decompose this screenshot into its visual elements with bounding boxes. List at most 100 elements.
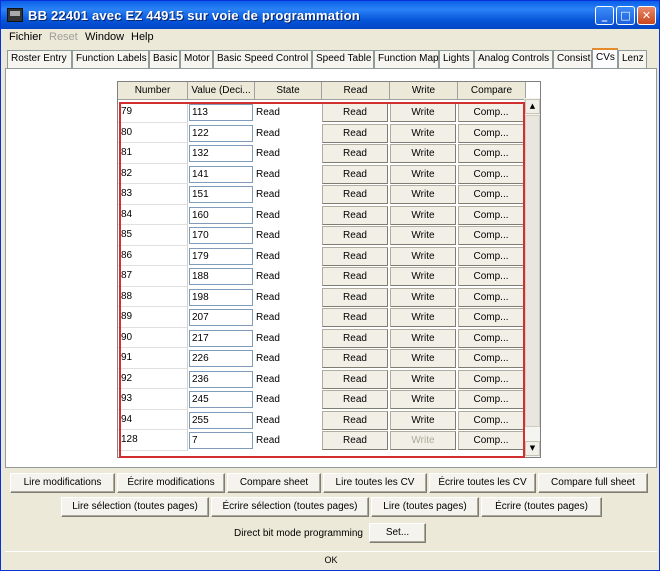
cv-number[interactable]: 90	[118, 327, 188, 348]
read-button[interactable]: Read	[322, 103, 388, 122]
lire-selection-button[interactable]: Lire sélection (toutes pages)	[61, 497, 209, 517]
write-button[interactable]: Write	[390, 205, 456, 225]
cv-number[interactable]: 92	[118, 368, 188, 389]
header-value[interactable]: Value (Deci...	[188, 82, 255, 100]
read-button[interactable]: Read	[322, 287, 388, 307]
tab-cvs[interactable]: CVs	[592, 48, 618, 68]
tab-lights[interactable]: Lights	[439, 50, 474, 68]
cv-number[interactable]: 88	[118, 286, 188, 307]
cv-value-input[interactable]: 255	[189, 411, 253, 429]
cv-value-input[interactable]: 151	[189, 186, 253, 203]
tab-speed-table[interactable]: Speed Table	[312, 50, 374, 68]
compare-button[interactable]: Comp...	[458, 431, 524, 450]
tab-basic-speed-control[interactable]: Basic Speed Control	[213, 50, 312, 68]
read-button[interactable]: Read	[322, 226, 388, 245]
compare-button[interactable]: Comp...	[458, 410, 524, 430]
compare-button[interactable]: Comp...	[458, 164, 524, 184]
cv-number[interactable]: 83	[118, 184, 188, 205]
read-button[interactable]: Read	[322, 205, 388, 225]
write-button[interactable]: Write	[390, 390, 456, 409]
cv-value-input[interactable]: 7	[189, 432, 253, 449]
read-button[interactable]: Read	[322, 328, 388, 348]
compare-button[interactable]: Comp...	[458, 226, 524, 245]
read-button[interactable]: Read	[322, 164, 388, 184]
compare-button[interactable]: Comp...	[458, 369, 524, 389]
cv-value-input[interactable]: 226	[189, 350, 253, 367]
maximize-button[interactable]: □	[616, 6, 635, 25]
header-compare[interactable]: Compare	[458, 82, 526, 100]
header-number[interactable]: Number	[118, 82, 188, 100]
tab-basic[interactable]: Basic	[149, 50, 180, 68]
compare-button[interactable]: Comp...	[458, 185, 524, 204]
table-scrollbar[interactable]: ▲ ▼	[524, 98, 540, 457]
read-button[interactable]: Read	[322, 144, 388, 163]
tab-lenz[interactable]: Lenz	[618, 50, 647, 68]
read-button[interactable]: Read	[322, 267, 388, 286]
cv-number[interactable]: 86	[118, 245, 188, 266]
lire-toutes-cv-button[interactable]: Lire toutes les CV	[323, 473, 427, 493]
tab-motor[interactable]: Motor	[180, 50, 213, 68]
write-button[interactable]: Write	[390, 185, 456, 204]
scroll-up-icon[interactable]: ▲	[525, 99, 540, 114]
compare-full-sheet-button[interactable]: Compare full sheet	[538, 473, 648, 493]
compare-button[interactable]: Comp...	[458, 287, 524, 307]
cv-value-input[interactable]: 170	[189, 227, 253, 244]
write-button[interactable]: Write	[390, 328, 456, 348]
lire-modifications-button[interactable]: Lire modifications	[10, 473, 115, 493]
compare-button[interactable]: Comp...	[458, 144, 524, 163]
cv-number[interactable]: 94	[118, 409, 188, 430]
write-button[interactable]: Write	[390, 144, 456, 163]
cv-value-input[interactable]: 132	[189, 145, 253, 162]
cv-value-input[interactable]: 245	[189, 391, 253, 408]
write-button[interactable]: Write	[390, 123, 456, 143]
cv-number[interactable]: 91	[118, 348, 188, 369]
write-button[interactable]: Write	[390, 226, 456, 245]
tab-function-map[interactable]: Function Map	[374, 50, 439, 68]
menu-fichier[interactable]: Fichier	[9, 31, 42, 43]
tab-roster-entry[interactable]: Roster Entry	[7, 50, 72, 68]
cv-value-input[interactable]: 236	[189, 370, 253, 388]
cv-number[interactable]: 79	[118, 102, 188, 123]
lire-toutes-pages-button[interactable]: Lire (toutes pages)	[371, 497, 479, 517]
cv-number[interactable]: 81	[118, 143, 188, 164]
write-button[interactable]: Write	[390, 349, 456, 368]
cv-value-input[interactable]: 160	[189, 206, 253, 224]
compare-sheet-button[interactable]: Compare sheet	[227, 473, 321, 493]
write-button[interactable]: Write	[390, 287, 456, 307]
menu-help[interactable]: Help	[131, 31, 154, 43]
ecrire-toutes-cv-button[interactable]: Écrire toutes les CV	[429, 473, 536, 493]
cv-value-input[interactable]: 122	[189, 124, 253, 142]
compare-button[interactable]: Comp...	[458, 349, 524, 368]
ecrire-selection-button[interactable]: Écrire sélection (toutes pages)	[211, 497, 369, 517]
compare-button[interactable]: Comp...	[458, 123, 524, 143]
cv-value-input[interactable]: 198	[189, 288, 253, 306]
header-state[interactable]: State	[255, 82, 322, 100]
read-button[interactable]: Read	[322, 123, 388, 143]
cv-value-input[interactable]: 113	[189, 104, 253, 121]
compare-button[interactable]: Comp...	[458, 246, 524, 266]
write-button[interactable]: Write	[390, 103, 456, 122]
scroll-thumb[interactable]	[525, 115, 540, 427]
close-button[interactable]: ✕	[637, 6, 656, 25]
title-bar[interactable]: BB 22401 avec EZ 44915 sur voie de progr…	[1, 1, 659, 29]
read-button[interactable]: Read	[322, 369, 388, 389]
compare-button[interactable]: Comp...	[458, 205, 524, 225]
tab-analog-controls[interactable]: Analog Controls	[474, 50, 553, 68]
cv-number[interactable]: 89	[118, 307, 188, 328]
cv-value-input[interactable]: 217	[189, 329, 253, 347]
compare-button[interactable]: Comp...	[458, 267, 524, 286]
cv-number[interactable]: 128	[118, 430, 188, 451]
header-read[interactable]: Read	[322, 82, 390, 100]
read-button[interactable]: Read	[322, 308, 388, 327]
read-button[interactable]: Read	[322, 410, 388, 430]
cv-value-input[interactable]: 179	[189, 247, 253, 265]
cv-number[interactable]: 87	[118, 266, 188, 287]
set-bit-mode-button[interactable]: Set...	[369, 523, 426, 543]
cv-number[interactable]: 85	[118, 225, 188, 246]
write-button[interactable]: Write	[390, 246, 456, 266]
cv-value-input[interactable]: 188	[189, 268, 253, 285]
cv-number[interactable]: 82	[118, 163, 188, 184]
cv-value-input[interactable]: 141	[189, 165, 253, 183]
ecrire-toutes-pages-button[interactable]: Écrire (toutes pages)	[481, 497, 602, 517]
cv-number[interactable]: 80	[118, 122, 188, 143]
